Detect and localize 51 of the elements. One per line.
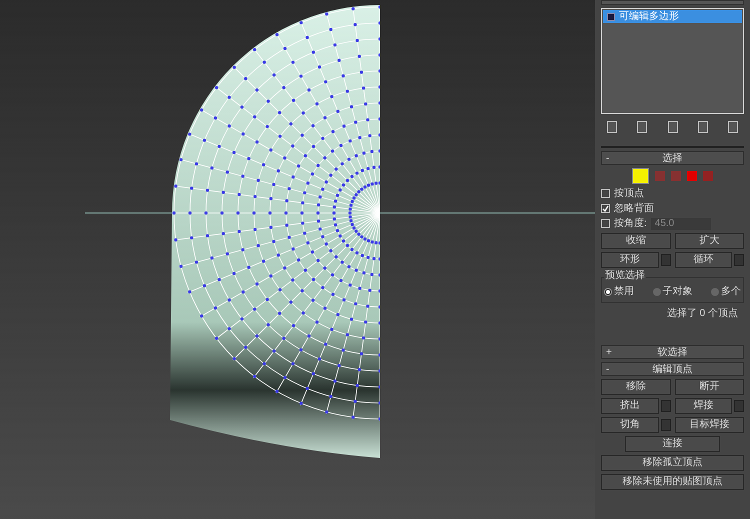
- rollout-toggle[interactable]: +: [606, 344, 618, 360]
- radio-label: 多个: [721, 285, 741, 299]
- radio-label: 子对象: [662, 284, 692, 299]
- tool-button[interactable]: 目标焊接: [674, 417, 744, 433]
- radio-button[interactable]: [652, 288, 660, 296]
- modifier-list-field[interactable]: [601, 0, 744, 5]
- vertex-mode-icon[interactable]: [632, 168, 649, 184]
- viewport[interactable]: [0, 0, 595, 519]
- tool-button[interactable]: 环形: [601, 252, 658, 268]
- selection-status: 选择了 0 个顶点: [666, 306, 739, 321]
- edge-mode-icon[interactable]: [655, 171, 665, 181]
- tool-button[interactable]: 连接: [625, 436, 720, 452]
- tool-button[interactable]: 焊接: [674, 398, 732, 414]
- rollout-toggle[interactable]: -: [606, 362, 618, 376]
- rollout-header[interactable]: - 编辑顶点: [601, 362, 744, 376]
- radio-button[interactable]: [711, 288, 719, 296]
- modifier-item[interactable]: 可编辑多边形: [603, 10, 742, 23]
- tool-button[interactable]: 扩大: [674, 233, 744, 249]
- radio-label: 禁用: [614, 284, 634, 299]
- modifier-icon: [607, 12, 615, 20]
- settings-icon[interactable]: [734, 400, 744, 412]
- element-mode-icon[interactable]: [703, 171, 713, 181]
- settings-icon[interactable]: [660, 400, 670, 412]
- border-mode-icon[interactable]: [671, 171, 681, 181]
- rollout-toggle[interactable]: -: [606, 150, 618, 166]
- rollout-title: 选择: [662, 152, 684, 166]
- tool-button[interactable]: 挤出: [601, 398, 658, 414]
- group-title: 预览选择: [604, 271, 646, 281]
- checkbox-label: 忽略背面: [614, 202, 654, 216]
- tool-button[interactable]: 移除: [601, 379, 670, 395]
- tool-button[interactable]: 移除孤立顶点: [601, 455, 744, 471]
- tool-button[interactable]: 切角: [601, 417, 658, 433]
- rollout-title: 编辑顶点: [652, 362, 694, 376]
- checkbox[interactable]: [601, 219, 610, 228]
- settings-icon[interactable]: [734, 254, 744, 266]
- modifier-label: 可编辑多边形: [619, 10, 679, 24]
- checkbox[interactable]: [601, 188, 610, 198]
- checkbox-label: 按角度:: [614, 216, 647, 231]
- radio-button[interactable]: [604, 288, 612, 296]
- settings-icon[interactable]: [660, 254, 670, 266]
- polygon-mode-icon[interactable]: [687, 171, 697, 181]
- rollout-title: 软选择: [656, 346, 688, 360]
- rollout-header[interactable]: + 软选择: [601, 345, 744, 359]
- tool-button[interactable]: 收缩: [601, 233, 670, 249]
- settings-icon[interactable]: [660, 419, 670, 431]
- tool-button[interactable]: 循环: [674, 252, 732, 268]
- tool-button[interactable]: 断开: [674, 379, 744, 395]
- tool-button[interactable]: 移除未使用的贴图顶点: [601, 474, 744, 490]
- checkbox[interactable]: [601, 204, 610, 212]
- checkbox-label: 按顶点: [614, 186, 644, 200]
- rollout-header[interactable]: - 选择: [601, 151, 744, 165]
